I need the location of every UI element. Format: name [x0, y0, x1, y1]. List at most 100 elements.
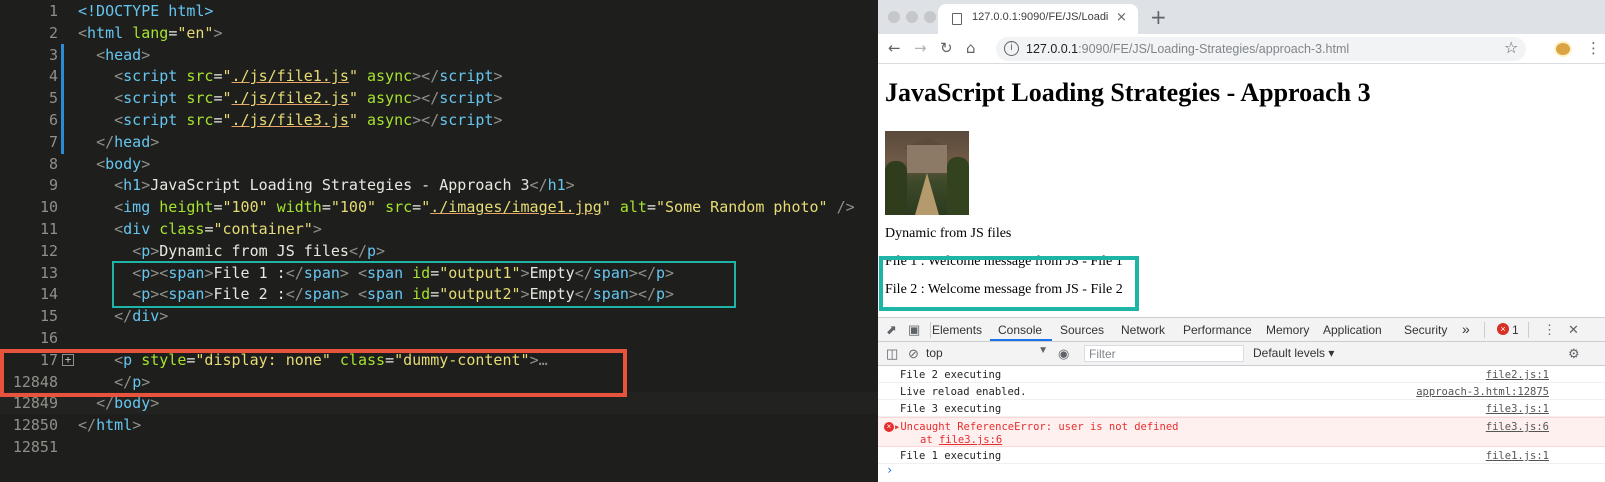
code-editor[interactable]: 1 <!DOCTYPE html> 2 <html lang="en"> 3 <head… [0, 0, 878, 482]
tab-performance[interactable]: Performance [1183, 323, 1252, 337]
log-source-link[interactable]: file1.js:1 [1486, 450, 1549, 462]
inspect-element-icon[interactable]: ⬈ [886, 322, 897, 338]
sidebar-toggle-icon[interactable]: ◫ [886, 346, 898, 362]
maximize-window-icon[interactable] [924, 11, 936, 23]
code-token: < [114, 111, 124, 129]
code-token: src [186, 111, 214, 129]
dummy-content-highlight [0, 349, 627, 397]
address-bar[interactable]: i 127.0.0.1:9090/FE/JS/Loading-Strategie… [996, 37, 1526, 61]
tab-elements[interactable]: Elements [932, 323, 982, 337]
log-source-link[interactable]: approach-3.html:12875 [1416, 386, 1549, 398]
tab-application[interactable]: Application [1323, 323, 1382, 337]
code-token: > [150, 394, 160, 413]
tab-security[interactable]: Security [1404, 323, 1447, 337]
close-window-icon[interactable] [888, 11, 900, 23]
bookmark-star-icon[interactable]: ☆ [1504, 38, 1518, 57]
browser-tab[interactable]: 127.0.0.1:9090/FE/JS/Loading-Strategies/… [938, 4, 1138, 34]
line-number: 12850 [12, 416, 58, 435]
stack-source-link[interactable]: file3.js:6 [939, 434, 1002, 446]
code-line[interactable]: 11 <div class="container"> [0, 218, 878, 240]
arrow-right-icon[interactable]: → [914, 39, 927, 57]
arrow-left-icon[interactable]: ← [888, 39, 901, 57]
code-text: </div> [78, 305, 168, 327]
new-tab-button[interactable]: + [1150, 5, 1167, 29]
code-line[interactable]: 4 <script src="./js/file1.js" async></sc… [0, 65, 878, 87]
profile-avatar[interactable] [1554, 41, 1572, 57]
tab-memory[interactable]: Memory [1266, 323, 1309, 337]
code-text: <!DOCTYPE html> [78, 0, 213, 22]
log-source-link[interactable]: file3.js:1 [1486, 403, 1549, 415]
line-number: 10 [39, 198, 58, 217]
close-devtools-icon[interactable]: ✕ [1568, 322, 1579, 338]
reload-icon[interactable]: ↻ [940, 39, 953, 57]
code-line[interactable]: 10 <img height="100" width="100" src="./… [0, 196, 878, 218]
code-line[interactable]: 16 [0, 327, 878, 349]
log-source-link[interactable]: file3.js:6 [1486, 421, 1549, 433]
code-token: "100" [330, 198, 377, 217]
code-token: = [213, 67, 223, 86]
code-token: h1 [547, 176, 566, 195]
minimize-window-icon[interactable] [906, 11, 918, 23]
code-line[interactable]: 8 <body> [0, 153, 878, 175]
error-badge-icon[interactable]: × [1497, 323, 1509, 335]
code-text: <script src="./js/file3.js" async></scri… [78, 109, 502, 131]
console-settings-icon[interactable]: ⚙ [1568, 346, 1580, 362]
code-line[interactable]: 9 <h1>JavaScript Loading Strategies - Ap… [0, 174, 878, 196]
tab-console[interactable]: Console [998, 323, 1042, 337]
code-token: "container" [213, 220, 313, 238]
code-token: img [123, 198, 151, 217]
code-token: </ [96, 394, 115, 413]
console-output[interactable]: File 2 executing file2.js:1 Live reload … [878, 366, 1605, 482]
url-text[interactable]: 127.0.0.1:9090/FE/JS/Loading-Strategies/… [1026, 42, 1349, 56]
log-source-link[interactable]: file2.js:1 [1486, 369, 1549, 381]
info-icon[interactable]: i [1004, 41, 1019, 56]
code-line[interactable]: 12851 [0, 436, 878, 458]
log-levels-dropdown[interactable]: Default levels ▾ [1253, 346, 1334, 360]
close-tab-icon[interactable]: × [1116, 10, 1127, 25]
code-token: ></ [412, 67, 440, 86]
error-count[interactable]: 1 [1512, 323, 1519, 337]
code-line[interactable]: 15 </div> [0, 305, 878, 327]
code-token: > [493, 67, 503, 86]
log-text: Live reload enabled. [900, 386, 1027, 398]
active-tab-indicator [990, 339, 1052, 341]
code-token: " [421, 198, 431, 217]
code-line[interactable]: 12850 </html> [0, 414, 878, 436]
line-number: 11 [39, 220, 58, 238]
eye-icon[interactable]: ◉ [1058, 346, 1069, 362]
context-select[interactable]: top ▼ [922, 345, 1050, 362]
tab-network[interactable]: Network [1121, 323, 1165, 337]
device-toolbar-icon[interactable]: ▣ [908, 322, 920, 338]
code-token: < [114, 89, 124, 108]
error-text: ▸Uncaught ReferenceError: user is not de… [894, 421, 1179, 433]
code-line[interactable]: 5 <script src="./js/file2.js" async></sc… [0, 87, 878, 109]
code-token: </ [529, 176, 548, 195]
kebab-menu-icon[interactable]: ⋮ [1586, 39, 1601, 57]
code-token: > [213, 23, 223, 42]
code-line[interactable]: 12 <p>Dynamic from JS files</p> [0, 240, 878, 262]
filter-input[interactable]: Filter [1084, 345, 1244, 362]
code-line[interactable]: 1 <!DOCTYPE html> [0, 0, 878, 22]
console-prompt[interactable]: › [886, 463, 893, 477]
divider [1528, 322, 1529, 338]
code-token: > [565, 176, 575, 195]
console-error-message[interactable]: × ▸Uncaught ReferenceError: user is not … [878, 417, 1605, 447]
code-line[interactable]: 6 <script src="./js/file3.js" async></sc… [0, 109, 878, 131]
code-token: = [321, 198, 331, 217]
tab-sources[interactable]: Sources [1060, 323, 1104, 337]
home-icon[interactable]: ⌂ [966, 39, 976, 57]
code-line[interactable]: 2 <html lang="en"> [0, 22, 878, 44]
more-tabs-icon[interactable]: » [1462, 321, 1470, 337]
log-text: File 3 executing [900, 403, 1002, 415]
code-token: script [439, 111, 494, 129]
clear-console-icon[interactable]: ⊘ [908, 346, 919, 362]
code-token: > [150, 132, 160, 151]
code-line[interactable]: 7 </head> [0, 131, 878, 153]
devtools-menu-icon[interactable]: ⋮ [1543, 322, 1556, 338]
code-line[interactable]: 3 <head> [0, 44, 878, 66]
